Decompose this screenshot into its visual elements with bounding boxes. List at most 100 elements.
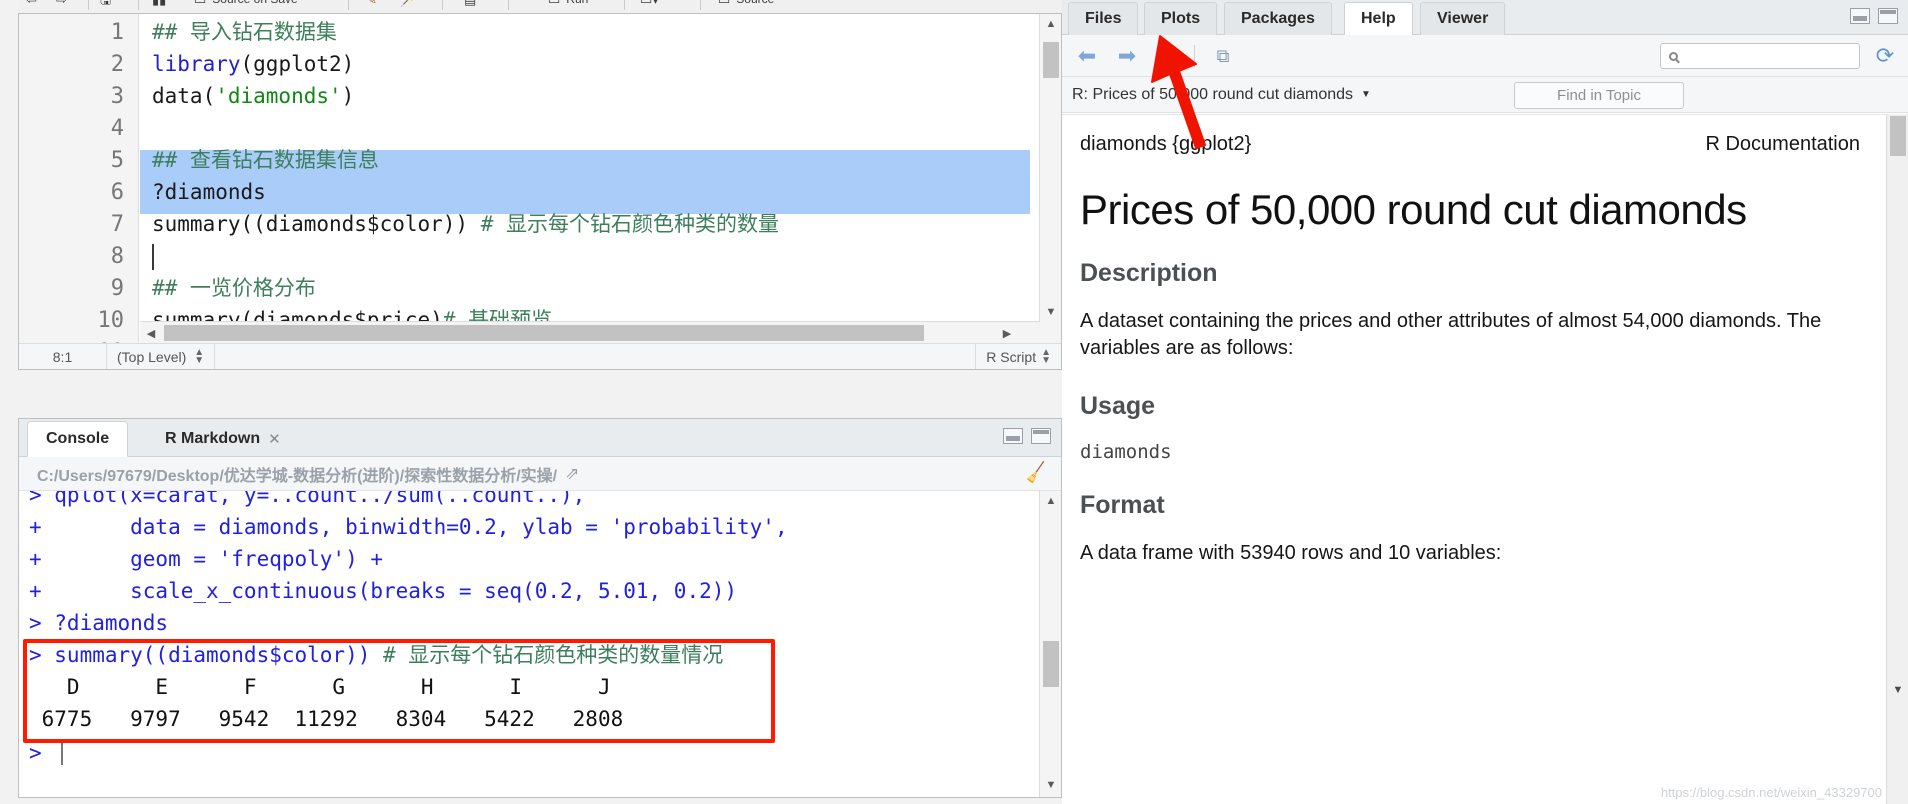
doc-section-code-usage: diamonds [1080, 440, 1172, 463]
console-tab-bar[interactable]: Console R Markdown ✕ [19, 419, 1061, 457]
console-pane[interactable]: Console R Markdown ✕ C:/Users/97679/Desk… [18, 418, 1062, 798]
code-line-1: ## 导入钻石数据集 [152, 20, 337, 44]
tab-files[interactable]: Files [1068, 2, 1139, 35]
scroll-down-icon[interactable]: ▼ [1040, 302, 1061, 322]
forward-arrow-icon[interactable]: ⇨ [56, 0, 67, 12]
code-text-area[interactable]: ## 导入钻石数据集 library(ggplot2) data('diamon… [140, 14, 1030, 344]
tab-help[interactable]: Help [1344, 2, 1413, 36]
console-vertical-scrollbar[interactable]: ▲ ▼ [1039, 491, 1061, 797]
line-number: 10 [97, 308, 125, 333]
code-line-9: ## 一览价格分布 [152, 276, 316, 300]
editor-hscroll-thumb[interactable] [164, 325, 924, 341]
help-window-controls[interactable] [1850, 8, 1898, 24]
save-icon[interactable]: 🖫 [100, 0, 111, 12]
code-line-7: summary((diamonds$color)) # 显示每个钻石颜色种类的数… [152, 212, 780, 236]
help-search-box[interactable] [1660, 43, 1860, 69]
code-line-6: ?diamonds [152, 180, 266, 204]
open-folder-icon[interactable]: ⇗ [565, 464, 579, 484]
console-line-3: + geom = 'freqpoly') + [29, 547, 384, 571]
tab-r-markdown-label: R Markdown [165, 430, 261, 447]
run-button[interactable]: ▭ Run [548, 0, 588, 12]
source-editor-pane[interactable]: 1 2 3 4 5 6 7 8 9 10 11 ## 导入钻石数据集 libra… [18, 14, 1062, 370]
tab-console[interactable]: Console [27, 421, 129, 457]
tab-plots[interactable]: Plots [1144, 2, 1218, 35]
maximize-button[interactable] [1031, 428, 1051, 444]
console-working-directory-bar[interactable]: C:/Users/97679/Desktop/优达学城-数据分析(进阶)/探索性… [19, 457, 1061, 491]
help-vscroll-thumb[interactable] [1890, 116, 1906, 156]
console-summary-command-comment: # 显示每个钻石颜色种类的数量情况 [370, 643, 724, 667]
editor-horizontal-scrollbar[interactable]: ◀ ▶ [140, 321, 1040, 343]
refresh-icon[interactable]: ⟳ [1872, 43, 1898, 69]
back-arrow-icon[interactable]: ⇦ [26, 0, 37, 12]
tab-viewer[interactable]: Viewer [1420, 2, 1506, 35]
maximize-button[interactable] [1878, 8, 1898, 24]
working-directory-path[interactable]: C:/Users/97679/Desktop/优达学城-数据分析(进阶)/探索性… [37, 462, 557, 486]
line-number: 8 [110, 244, 124, 269]
source-on-save-icon[interactable]: ▮▮ [152, 0, 166, 12]
source-label: Source [736, 0, 774, 6]
editor-status-bar: 8:1 (Top Level) ▲ ▼ R Script ▲ ▼ [19, 343, 1061, 369]
scroll-left-icon[interactable]: ◀ [140, 322, 162, 344]
minimize-button[interactable] [1850, 8, 1870, 24]
help-document-content[interactable]: diamonds {ggplot2} R Documentation Price… [1062, 114, 1886, 802]
tab-r-markdown[interactable]: R Markdown ✕ [147, 421, 299, 457]
scroll-up-icon[interactable]: ▲ [1040, 491, 1061, 511]
editor-vscroll-thumb[interactable] [1043, 42, 1059, 78]
doc-section-heading-usage: Usage [1080, 391, 1156, 420]
help-panel: Files Plots Packages Help Viewer ⬅ ➡ ⌂ ⧉ [1062, 0, 1908, 804]
tab-console-label: Console [46, 430, 110, 447]
console-line-1: > qplot(x=carat, y=..count../sum(..count… [29, 491, 586, 507]
toolbar-divider-6 [624, 0, 625, 10]
selection-highlight [140, 182, 1030, 214]
topic-selector[interactable]: R: Prices of 50,000 round cut diamonds ▼ [1062, 86, 1371, 104]
scope-label: (Top Level) [117, 348, 187, 365]
chevron-updown-icon[interactable]: ▲ ▼ [194, 347, 204, 365]
chevron-updown-icon[interactable]: ▲ ▼ [1041, 347, 1051, 365]
code-line-5: ## 查看钻石数据集信息 [152, 148, 379, 172]
file-type-selector[interactable]: R Script ▲ ▼ [975, 343, 1061, 369]
doc-section-body-format: A data frame with 53940 rows and 10 vari… [1080, 541, 1502, 564]
console-output[interactable]: > qplot(x=carat, y=..count../sum(..count… [19, 491, 1039, 797]
editor-toolbar[interactable]: ⇦ ⇨ 🖫 ▮▮ ▭ Source on Save ✎ 🪄 ▤ ▭ Run ▭▾ [18, 0, 1062, 14]
editor-vertical-scrollbar[interactable]: ▲ ▼ [1039, 14, 1061, 344]
find-in-topic-input[interactable]: Find in Topic [1514, 82, 1684, 109]
source-button[interactable]: ▭ Source [718, 0, 774, 12]
scroll-right-icon[interactable]: ▶ [996, 322, 1018, 344]
scroll-down-icon[interactable]: ▼ [1887, 680, 1908, 700]
scope-selector[interactable]: (Top Level) ▲ ▼ [107, 343, 216, 369]
notebook-icon[interactable]: ▤ [464, 0, 476, 12]
back-arrow-icon[interactable]: ⬅ [1072, 43, 1102, 69]
tab-packages[interactable]: Packages [1224, 2, 1332, 35]
source-on-save-label: Source on Save [212, 0, 297, 6]
editor-caret [152, 244, 154, 270]
left-column: ⇦ ⇨ 🖫 ▮▮ ▭ Source on Save ✎ 🪄 ▤ ▭ Run ▭▾ [0, 0, 1062, 804]
help-vertical-scrollbar[interactable]: ▼ [1886, 114, 1908, 804]
doc-title: Prices of 50,000 round cut diamonds [1080, 186, 1747, 233]
doc-header-row: diamonds {ggplot2} R Documentation [1080, 133, 1860, 156]
console-vscroll-thumb[interactable] [1043, 641, 1059, 687]
code-line-2: library(ggplot2) [152, 52, 355, 76]
magic-wand-icon[interactable]: 🪄 [400, 0, 416, 12]
rerun-icon[interactable]: ▭▾ [640, 0, 659, 12]
open-in-new-window-icon[interactable]: ⧉ [1208, 43, 1238, 69]
forward-arrow-icon[interactable]: ➡ [1112, 43, 1142, 69]
clear-console-broom-icon[interactable]: 🧹 [1023, 461, 1049, 486]
scroll-down-icon[interactable]: ▼ [1040, 775, 1061, 795]
summary-values-row: 6775 9797 9542 11292 8304 5422 2808 [29, 707, 636, 731]
scroll-up-icon[interactable]: ▲ [1040, 14, 1061, 34]
line-number: 9 [110, 276, 124, 301]
home-icon[interactable]: ⌂ [1154, 43, 1184, 69]
console-window-controls[interactable] [1003, 428, 1051, 444]
minimize-button[interactable] [1003, 428, 1023, 444]
source-on-save-checkbox[interactable]: ▭ Source on Save [194, 0, 298, 12]
console-prompt: > [29, 741, 42, 765]
find-in-topic-placeholder: Find in Topic [1557, 87, 1641, 104]
tab-packages-label: Packages [1241, 10, 1315, 27]
help-toolbar[interactable]: ⬅ ➡ ⌂ ⧉ ⟳ [1062, 35, 1908, 77]
spellcheck-icon[interactable]: ✎ [366, 0, 377, 12]
console-line-2: + data = diamonds, binwidth=0.2, ylab = … [29, 515, 788, 539]
line-number: 5 [110, 148, 124, 173]
chevron-down-icon[interactable]: ▼ [1361, 89, 1371, 100]
close-icon[interactable]: ✕ [268, 430, 281, 448]
help-tab-bar[interactable]: Files Plots Packages Help Viewer [1062, 0, 1908, 36]
